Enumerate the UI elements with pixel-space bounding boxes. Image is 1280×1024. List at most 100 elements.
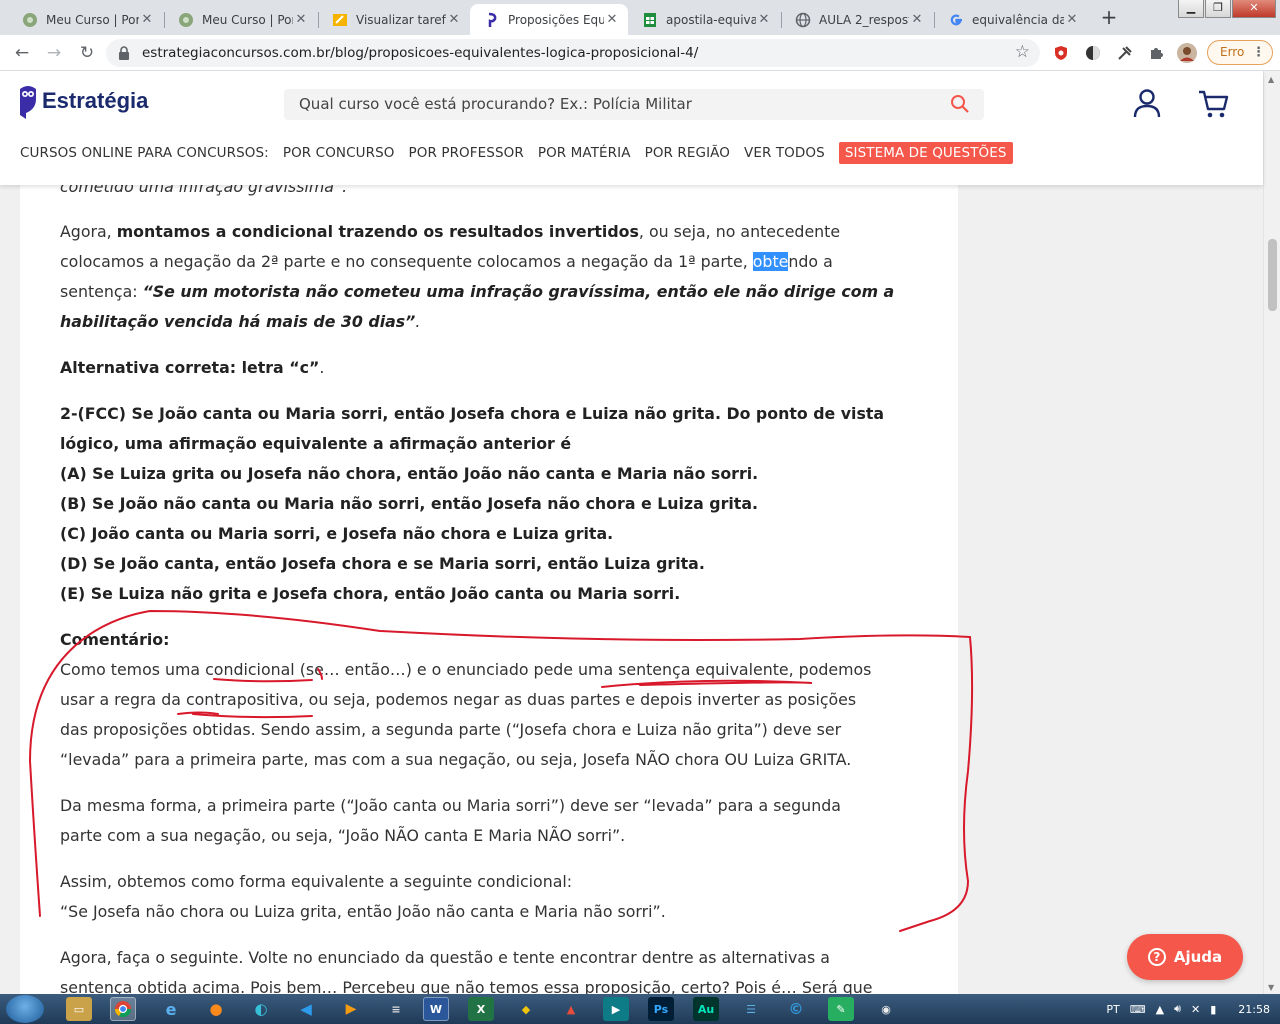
app-icon[interactable]: ◆ xyxy=(513,997,539,1021)
volume-icon[interactable]: 🔊︎ xyxy=(1174,1002,1181,1016)
google-icon xyxy=(948,12,964,28)
profile-avatar[interactable] xyxy=(1177,43,1197,63)
reload-button[interactable]: ↻ xyxy=(75,41,99,65)
system-tray: PT ⌨ ▲ 🔊︎ ✕ ▮ 21:58 xyxy=(1096,994,1270,1024)
comment-line: Como temos uma condicional (se… então…) … xyxy=(60,660,872,679)
close-tab-icon[interactable]: ✕ xyxy=(446,12,462,27)
chrome-taskbar-icon[interactable] xyxy=(110,997,136,1021)
word-icon[interactable]: W xyxy=(423,997,449,1021)
network-icon[interactable]: ✕ xyxy=(1191,1003,1200,1016)
user-account-icon[interactable] xyxy=(1133,88,1161,118)
app-icon[interactable]: ▲ xyxy=(558,997,584,1021)
close-tab-icon[interactable]: ✕ xyxy=(909,12,925,27)
close-tab-icon[interactable]: ✕ xyxy=(1064,12,1080,27)
file-explorer-icon[interactable]: ▭ xyxy=(66,997,92,1021)
globe-icon xyxy=(795,12,811,28)
close-tab-icon[interactable]: ✕ xyxy=(756,12,772,27)
edge-icon[interactable]: ◐ xyxy=(248,997,274,1021)
search-icon[interactable] xyxy=(950,94,970,114)
comment-line: parte com a sua negação, ou seja, “João … xyxy=(60,826,626,845)
shield-extension-icon[interactable] xyxy=(1051,43,1071,63)
error-button[interactable]: Erro ⋮ xyxy=(1207,40,1273,65)
app-icon[interactable]: ☰ xyxy=(738,997,764,1021)
language-indicator[interactable]: PT xyxy=(1106,1003,1119,1016)
paragraph-line: habilitação vencida há mais de 30 dias”. xyxy=(60,312,421,331)
browser-toolbar: ← → ↻ estrategiaconcursos.com.br/blog/pr… xyxy=(0,35,1280,71)
window-controls: ▁ ❐ ✕ xyxy=(1177,0,1276,18)
scrollbar-thumb[interactable] xyxy=(1268,239,1277,311)
close-tab-icon[interactable]: ✕ xyxy=(604,12,620,27)
menu-item-por-concurso[interactable]: POR CONCURSO xyxy=(283,145,395,161)
media-player-icon[interactable]: ▶ xyxy=(338,997,364,1021)
app-icon[interactable]: © xyxy=(783,997,809,1021)
sistema-de-questoes-button[interactable]: SISTEMA DE QUESTÕES xyxy=(838,142,1013,164)
photoshop-icon[interactable]: Ps xyxy=(648,997,674,1021)
clock[interactable]: 21:58 xyxy=(1238,1003,1270,1016)
scroll-down-icon[interactable]: ▼ xyxy=(1268,983,1274,992)
app-icon[interactable]: ✎ xyxy=(828,997,854,1021)
puzzle-extensions-icon[interactable] xyxy=(1146,43,1166,63)
close-tab-icon[interactable]: ✕ xyxy=(139,12,155,27)
app-icon[interactable]: ◉ xyxy=(873,997,899,1021)
option-b: (B) Se João não canta ou Maria não sorri… xyxy=(60,494,758,513)
audition-icon[interactable]: Au xyxy=(693,997,719,1021)
more-menu-icon[interactable]: ⋮ xyxy=(1252,41,1265,64)
new-tab-button[interactable]: + xyxy=(1096,6,1122,30)
internet-explorer-icon[interactable]: e xyxy=(158,997,184,1021)
dark-mode-extension-icon[interactable] xyxy=(1083,43,1103,63)
answer-line: Alternativa correta: letra “c”. xyxy=(60,358,325,377)
scroll-up-icon[interactable]: ▲ xyxy=(1268,75,1274,84)
sheets-icon xyxy=(642,12,658,28)
close-tab-icon[interactable]: ✕ xyxy=(293,12,309,27)
tab-apostila[interactable]: apostila-equivale ✕ xyxy=(628,4,780,35)
close-window-icon[interactable]: ✕ xyxy=(1232,0,1276,18)
start-button[interactable] xyxy=(6,995,44,1023)
restore-icon[interactable]: ❐ xyxy=(1205,0,1231,18)
comment-line: Da mesma forma, a primeira parte (“João … xyxy=(60,796,841,815)
tab-strip: Meu Curso | Port ✕ Meu Curso | Port ✕ Vi… xyxy=(0,0,1280,35)
tab-meu-curso-1[interactable]: Meu Curso | Port ✕ xyxy=(8,4,163,35)
keyboard-icon[interactable]: ⌨ xyxy=(1130,1003,1146,1016)
signal-icon[interactable]: ▮ xyxy=(1210,1003,1216,1016)
option-d: (D) Se João canta, então Josefa chora e … xyxy=(60,554,705,573)
site-logo[interactable]: Estratégia xyxy=(18,83,148,119)
lock-icon xyxy=(116,45,132,61)
address-bar[interactable]: estrategiaconcursos.com.br/blog/proposic… xyxy=(106,39,1040,67)
tab-visualizar-tarefa[interactable]: Visualizar tarefa ✕ xyxy=(318,4,470,35)
app-icon[interactable]: ▶ xyxy=(603,997,629,1021)
estrategia-icon xyxy=(484,12,500,28)
article-body: cometido uma infração gravíssima”. Agora… xyxy=(20,71,958,994)
vscode-icon[interactable]: ◀ xyxy=(293,997,319,1021)
help-question-icon: ? xyxy=(1147,948,1166,966)
option-e: (E) Se Luiza não grita e Josefa chora, e… xyxy=(60,584,681,603)
main-menu: CURSOS ONLINE PARA CONCURSOS: POR CONCUR… xyxy=(20,141,1013,165)
menu-item-por-materia[interactable]: POR MATÉRIA xyxy=(538,145,631,161)
menu-item-por-professor[interactable]: POR PROFESSOR xyxy=(409,145,524,161)
bookmark-star-icon[interactable]: ☆ xyxy=(1015,42,1030,62)
tab-proposicoes-equivalentes[interactable]: Proposições Equ ✕ xyxy=(470,4,628,35)
shopping-cart-icon[interactable] xyxy=(1198,89,1230,119)
course-search-input[interactable]: Qual curso você está procurando? Ex.: Po… xyxy=(284,89,984,120)
tools-extension-icon[interactable] xyxy=(1115,43,1135,63)
firefox-icon[interactable]: ● xyxy=(203,997,229,1021)
menu-item-ver-todos[interactable]: VER TODOS xyxy=(744,145,825,161)
tab-google-search[interactable]: equivalência da p ✕ xyxy=(934,4,1088,35)
tab-aula2[interactable]: AULA 2_resposta ✕ xyxy=(781,4,933,35)
comment-line: Agora, faça o seguinte. Volte no enuncia… xyxy=(60,948,830,967)
paragraph-line: colocamos a negação da 2ª parte e no con… xyxy=(60,252,833,271)
owl-logo-icon xyxy=(20,86,36,119)
minimize-icon[interactable]: ▁ xyxy=(1178,0,1204,18)
comment-title: Comentário: xyxy=(60,630,170,649)
notepad-icon[interactable]: ≡ xyxy=(383,997,409,1021)
help-button[interactable]: ? Ajuda xyxy=(1127,934,1243,980)
show-hidden-icons[interactable]: ▲ xyxy=(1156,1003,1164,1016)
text-selection[interactable]: obte xyxy=(752,252,789,271)
question-title-line: lógico, uma afirmação equivalente a afir… xyxy=(60,434,572,453)
excel-icon[interactable]: X xyxy=(468,997,494,1021)
back-button[interactable]: ← xyxy=(10,41,34,65)
forward-button[interactable]: → xyxy=(42,41,66,65)
comment-line: “levada” para a primeira parte, mas com … xyxy=(60,750,852,769)
page-scrollbar[interactable]: ▲ ▼ xyxy=(1263,71,1280,994)
tab-meu-curso-2[interactable]: Meu Curso | Port ✕ xyxy=(164,4,317,35)
menu-item-por-regiao[interactable]: POR REGIÃO xyxy=(645,145,730,161)
